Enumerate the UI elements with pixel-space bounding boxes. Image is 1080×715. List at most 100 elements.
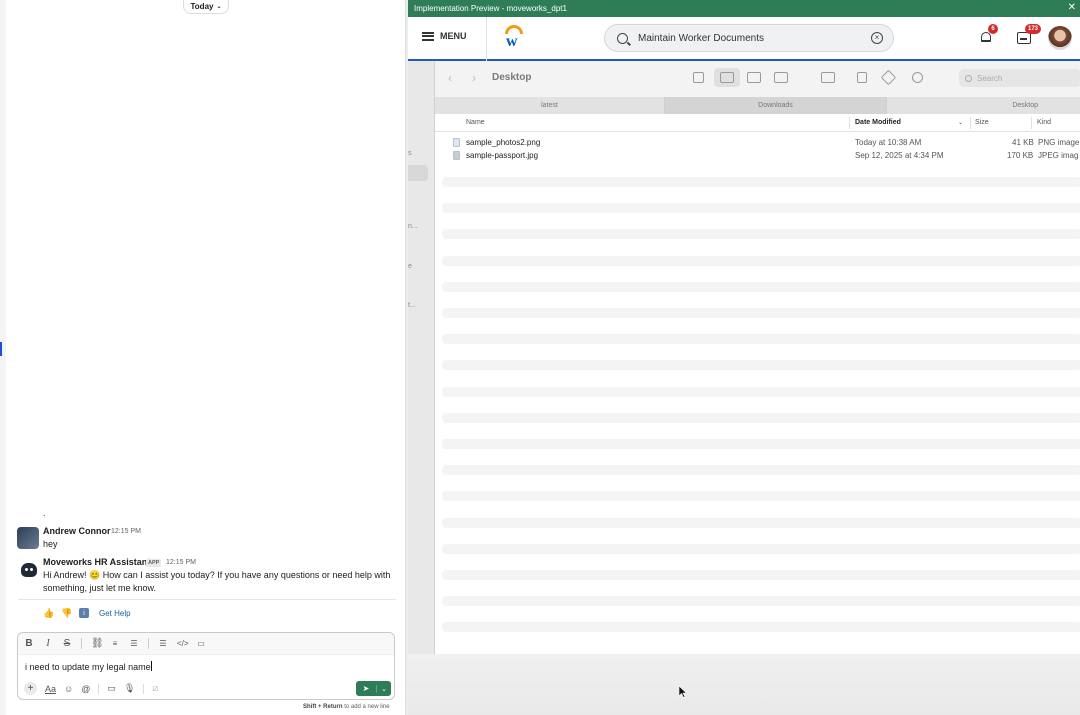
message-time[interactable]: 12:15 PM bbox=[166, 559, 196, 566]
empty-row-stripe bbox=[442, 465, 1080, 476]
tab-latest[interactable]: latest bbox=[435, 97, 665, 114]
back-icon[interactable]: ‹ bbox=[448, 71, 452, 85]
sort-chevron-icon[interactable]: ⌄ bbox=[958, 119, 963, 126]
workday-logo[interactable]: w bbox=[504, 25, 526, 51]
global-search[interactable]: Maintain Worker Documents × bbox=[604, 24, 894, 52]
more-actions-icon[interactable] bbox=[912, 72, 923, 83]
mention-icon[interactable]: @ bbox=[81, 684, 90, 694]
group-icon[interactable] bbox=[821, 72, 835, 83]
file-row[interactable]: sample_photos2.png Today at 10:38 AM 41 … bbox=[442, 136, 1080, 149]
file-size: 41 KB bbox=[1012, 138, 1034, 147]
share-icon[interactable] bbox=[857, 72, 867, 83]
emoji-icon[interactable]: ☺ bbox=[64, 684, 73, 694]
video-icon[interactable]: ▭ bbox=[107, 683, 116, 694]
code-icon[interactable]: </> bbox=[177, 639, 189, 648]
strikethrough-icon[interactable]: S bbox=[62, 638, 72, 649]
column-headers: Name Date Modified ⌄ Size Kind bbox=[435, 114, 1080, 132]
sidebar-fragment[interactable]: t... bbox=[408, 302, 416, 309]
icon-view-icon[interactable] bbox=[693, 72, 704, 83]
profile-avatar[interactable] bbox=[1048, 26, 1072, 50]
implementation-preview-window: Implementation Preview - moveworks_dpt1 … bbox=[406, 0, 1080, 715]
inbox-badge: 173 bbox=[1025, 24, 1041, 34]
column-view-icon[interactable] bbox=[747, 72, 761, 83]
empty-row-stripe bbox=[442, 570, 1080, 580]
text-format-icon[interactable]: Aa bbox=[45, 684, 56, 694]
menu-button[interactable]: MENU bbox=[422, 31, 467, 41]
avatar[interactable] bbox=[17, 527, 39, 549]
info-icon[interactable]: i bbox=[79, 608, 89, 618]
date-divider-pill[interactable]: Today ⌄ bbox=[183, 0, 229, 14]
finder-search[interactable]: Search bbox=[959, 69, 1080, 87]
file-row[interactable]: sample-passport.jpg Sep 12, 2025 at 4:34… bbox=[442, 149, 1080, 162]
toolbar-divider bbox=[98, 683, 100, 694]
list-view-icon[interactable] bbox=[720, 72, 734, 83]
message-input[interactable]: i need to update my legal name bbox=[25, 661, 152, 672]
tag-icon[interactable] bbox=[880, 69, 897, 86]
message-composer[interactable]: B I S ⛓ ≡ ☰ ☰ </> ▭ i need to update my … bbox=[17, 632, 395, 700]
mouse-cursor-icon bbox=[679, 686, 687, 698]
microphone-icon[interactable]: 🎙 bbox=[124, 683, 135, 694]
focus-marker bbox=[0, 342, 2, 356]
file-kind: JPEG imag bbox=[1038, 151, 1079, 160]
send-button[interactable]: ➤ ⌄ bbox=[356, 681, 391, 696]
italic-icon[interactable]: I bbox=[43, 638, 53, 649]
chevron-down-icon[interactable]: ⌄ bbox=[376, 684, 391, 693]
notifications-button[interactable]: 6 bbox=[979, 24, 998, 45]
hint-text: to add a new line bbox=[344, 704, 390, 710]
bulleted-list-icon[interactable]: ☰ bbox=[129, 639, 139, 648]
search-value: Maintain Worker Documents bbox=[638, 32, 764, 44]
message-author[interactable]: Moveworks HR Assistant bbox=[43, 557, 150, 567]
bold-icon[interactable]: B bbox=[24, 638, 34, 649]
thumbs-up-icon[interactable]: 👍 bbox=[43, 607, 55, 619]
shortcut-icon[interactable]: ⧄ bbox=[152, 683, 158, 694]
get-help-link[interactable]: Get Help bbox=[99, 609, 131, 618]
window-titlebar: Implementation Preview - moveworks_dpt1 … bbox=[408, 0, 1080, 17]
tab-desktop[interactable]: Desktop bbox=[887, 97, 1080, 114]
tab-downloads[interactable]: Downloads bbox=[665, 97, 887, 114]
empty-row-stripe bbox=[442, 543, 1080, 554]
sidebar-selected-item[interactable] bbox=[408, 165, 428, 181]
sidebar-fragment[interactable]: n... bbox=[408, 223, 418, 230]
col-size[interactable]: Size bbox=[975, 119, 989, 126]
message-author[interactable]: Andrew Connor bbox=[43, 526, 111, 536]
toolbar-divider bbox=[148, 638, 149, 649]
code-block-icon[interactable]: ▭ bbox=[196, 639, 206, 648]
link-icon[interactable]: ⛓ bbox=[91, 638, 104, 649]
message-text-line2: something, just let me know. bbox=[43, 583, 157, 593]
chat-panel: Today ⌄ . Andrew Connor 12:15 PM hey Mov… bbox=[0, 0, 406, 715]
file-picker: ‹ › Desktop Search latest Downloads Desk… bbox=[434, 61, 1080, 654]
sidebar-fragment[interactable]: e bbox=[408, 263, 412, 270]
clear-icon[interactable]: × bbox=[871, 32, 883, 44]
jpeg-file-icon bbox=[453, 151, 460, 160]
col-kind[interactable]: Kind bbox=[1037, 119, 1051, 126]
thumbs-down-icon[interactable]: 👎 bbox=[61, 607, 73, 619]
col-date-modified[interactable]: Date Modified bbox=[855, 119, 901, 126]
blockquote-icon[interactable]: ☰ bbox=[158, 639, 168, 648]
empty-row-stripe bbox=[442, 308, 1080, 318]
empty-row-stripe bbox=[442, 386, 1080, 397]
column-divider bbox=[1031, 117, 1032, 129]
empty-row-stripe bbox=[442, 334, 1080, 345]
file-date: Today at 10:38 AM bbox=[855, 138, 922, 147]
message-time[interactable]: 12:15 PM bbox=[111, 528, 141, 535]
text-caret bbox=[150, 661, 152, 671]
empty-row-stripe bbox=[442, 203, 1080, 214]
toolbar-divider bbox=[81, 638, 82, 649]
divider bbox=[18, 599, 396, 600]
gallery-view-icon[interactable] bbox=[774, 72, 788, 83]
ordered-list-icon[interactable]: ≡ bbox=[110, 639, 120, 648]
workday-header: MENU w Maintain Worker Documents × 6 173 bbox=[408, 17, 1080, 61]
chat-left-edge bbox=[0, 0, 6, 715]
hamburger-icon bbox=[422, 31, 434, 41]
avatar[interactable] bbox=[18, 559, 40, 581]
sidebar-fragment[interactable]: s bbox=[408, 150, 412, 157]
search-icon bbox=[965, 74, 972, 82]
message-input-value: i need to update my legal name bbox=[25, 662, 151, 672]
toolbar-divider bbox=[143, 683, 145, 694]
close-icon[interactable]: ✕ bbox=[1068, 2, 1076, 13]
plus-icon[interactable]: + bbox=[24, 682, 37, 695]
col-name[interactable]: Name bbox=[466, 119, 485, 126]
empty-row-stripe bbox=[442, 281, 1080, 292]
forward-icon[interactable]: › bbox=[472, 71, 476, 85]
empty-row-stripe bbox=[442, 360, 1080, 371]
